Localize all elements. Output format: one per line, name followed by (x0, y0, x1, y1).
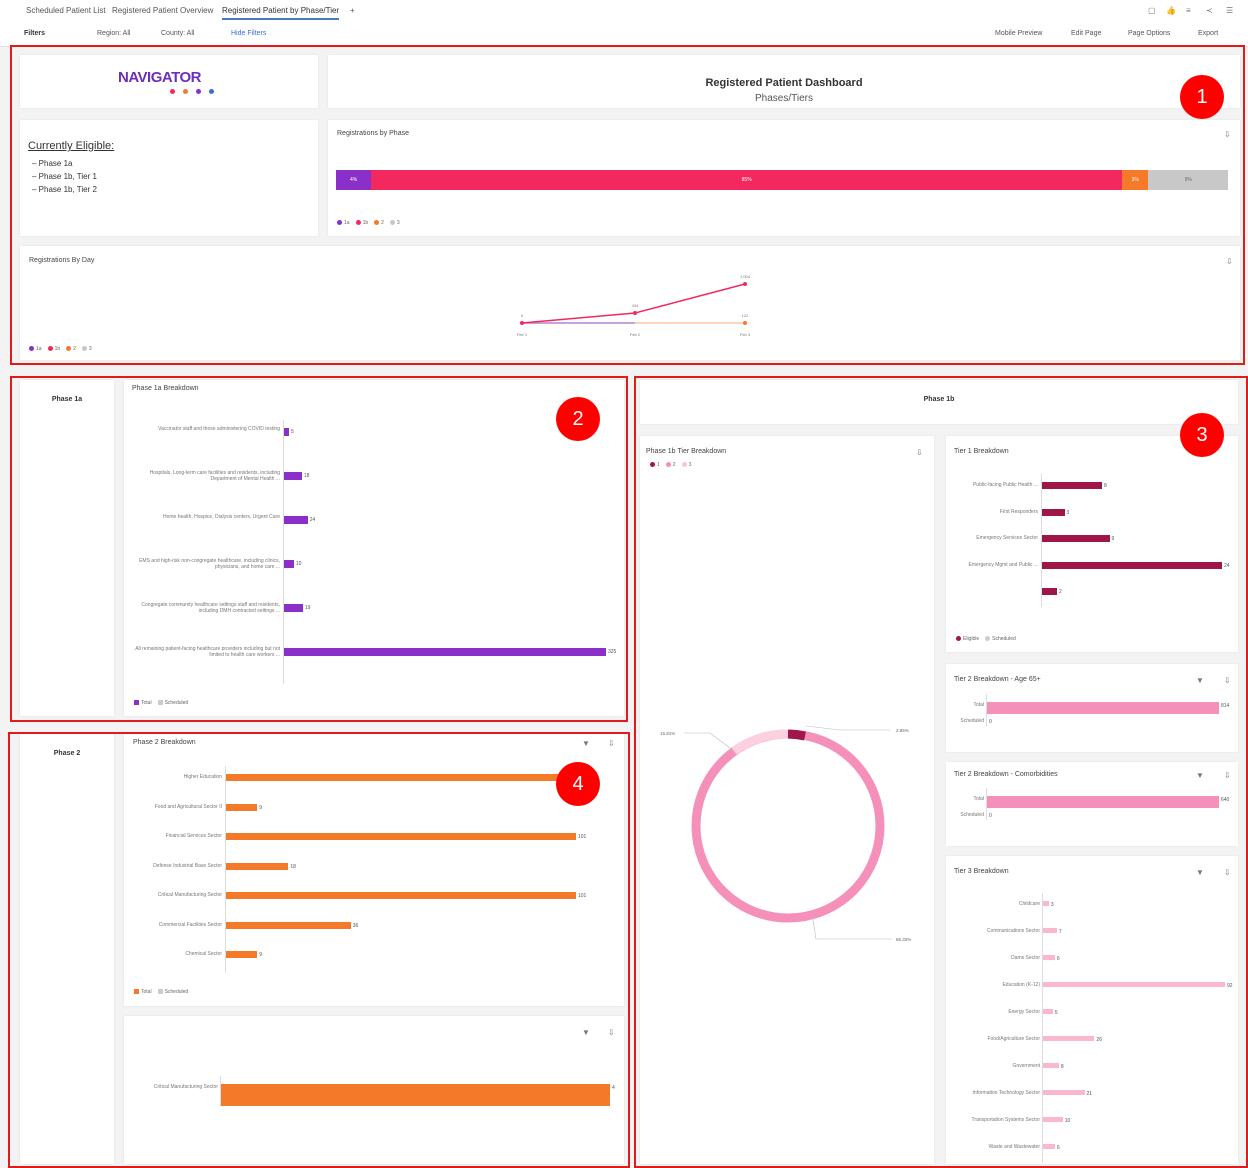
annotation-box-1 (10, 45, 1245, 365)
export-button[interactable]: Export (1198, 30, 1218, 37)
list-icon[interactable]: ≡ (1186, 6, 1191, 15)
page-options-button[interactable]: Page Options (1128, 30, 1170, 37)
hide-filters-link[interactable]: Hide Filters (231, 30, 266, 37)
annotation-badge: 4 (556, 762, 600, 806)
filters-button[interactable]: Filters (24, 30, 45, 37)
annotation-badge: 3 (1180, 413, 1224, 457)
edit-page-button[interactable]: Edit Page (1071, 30, 1101, 37)
add-tab-button[interactable]: + (350, 6, 355, 15)
window-icon[interactable]: ▢ (1148, 6, 1156, 15)
tab-bar: Scheduled Patient List Registered Patien… (0, 0, 1248, 25)
annotation-box-3 (634, 376, 1248, 1168)
filter-toolbar: Filters Region: All County: All Hide Fil… (0, 24, 1248, 47)
annotation-box-2 (10, 376, 628, 722)
like-icon[interactable]: 👍 (1166, 6, 1176, 15)
menu-icon[interactable]: ☰ (1226, 6, 1233, 15)
region-filter[interactable]: Region: All (97, 30, 130, 37)
mobile-preview-button[interactable]: Mobile Preview (995, 30, 1042, 37)
tab-scheduled-patient-list[interactable]: Scheduled Patient List (26, 6, 106, 15)
annotation-badge: 2 (556, 397, 600, 441)
annotation-box-4 (8, 732, 630, 1168)
tab-registered-patient-by-phase[interactable]: Registered Patient by Phase/Tier (222, 6, 340, 20)
annotation-badge: 1 (1180, 75, 1224, 119)
share-icon[interactable]: ≺ (1206, 6, 1213, 15)
county-filter[interactable]: County: All (161, 30, 194, 37)
tab-registered-patient-overview[interactable]: Registered Patient Overview (112, 6, 213, 15)
